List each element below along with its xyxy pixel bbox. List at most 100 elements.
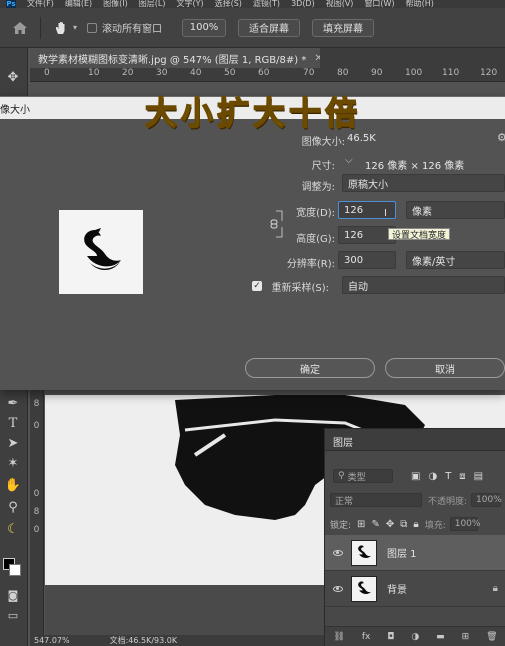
ruler-tick-label: 110 xyxy=(442,68,460,78)
pen-tool-icon[interactable]: ✒ xyxy=(4,394,22,412)
menu-3d[interactable]: 3D(D) xyxy=(291,0,315,8)
search-icon: ⚲ xyxy=(338,471,345,481)
menu-file[interactable]: 文件(F) xyxy=(27,0,54,8)
screen-mode-icon[interactable]: ▭ xyxy=(4,606,22,624)
smart-object-filter-icon[interactable]: ▤ xyxy=(474,471,483,482)
resolution-unit-select[interactable]: 像素/英寸 xyxy=(406,251,505,269)
fit-to-select[interactable]: 原稿大小 xyxy=(342,174,505,192)
lock-icon[interactable]: 🔒︎ xyxy=(493,583,498,594)
move-lock-icon[interactable]: ✥ xyxy=(386,519,394,530)
fill-screen-button[interactable]: 填充屏幕 xyxy=(312,18,375,37)
image-filter-icon[interactable]: ▣ xyxy=(411,471,420,482)
fit-to-value: 原稿大小 xyxy=(348,179,388,191)
custom-shape-tool-icon[interactable]: ✶ xyxy=(4,454,22,472)
swan-icon xyxy=(84,228,121,271)
scroll-all-windows-checkbox[interactable] xyxy=(87,22,98,33)
zoom-tool-icon[interactable]: ⚲ xyxy=(4,498,22,516)
chevron-down-icon[interactable]: ▾ xyxy=(73,23,77,32)
shape-filter-icon[interactable]: ⧈ xyxy=(459,471,465,482)
adjustment-filter-icon[interactable]: ◑ xyxy=(428,471,437,482)
lock-row: 锁定: ⊞ ✎ ✥ ⧉ 🔒︎ 填充: 100% xyxy=(325,517,505,531)
opacity-input[interactable]: 100% xyxy=(471,493,502,507)
brush-lock-icon[interactable]: ✎ xyxy=(371,519,379,530)
dialog-title: 像大小 xyxy=(0,104,30,116)
background-color-swatch[interactable] xyxy=(9,564,21,576)
link-layers-icon[interactable]: ⛓ xyxy=(333,632,344,642)
width-unit: 像素 xyxy=(412,206,432,218)
move-tool-icon[interactable]: ✥ xyxy=(4,68,22,86)
document-tab[interactable]: 教学素材模糊图标变清晰.jpg @ 547% (图层 1, RGB/8#) * … xyxy=(30,48,320,68)
resolution-label: 分辨率(R): xyxy=(286,259,335,270)
dimensions-value: 126 像素 × 126 像素 xyxy=(365,161,465,172)
artboard-lock-icon[interactable]: ⧉ xyxy=(400,519,407,530)
zoom-readout[interactable]: 547.07% xyxy=(34,636,70,645)
fit-screen-button[interactable]: 适合屏幕 xyxy=(238,18,301,37)
close-icon[interactable]: ✕ xyxy=(314,53,320,64)
ruler-tick-label: 80 xyxy=(337,68,349,78)
layer-kind-placeholder: 类型 xyxy=(347,472,366,483)
menu-help[interactable]: 帮助(H) xyxy=(406,0,434,8)
new-layer-icon[interactable]: ⊞ xyxy=(462,632,470,642)
blend-mode-select[interactable]: 正常 xyxy=(330,493,422,507)
type-tool-icon[interactable]: T xyxy=(4,414,22,432)
lock-label: 锁定: xyxy=(330,520,352,531)
swan-icon xyxy=(358,580,371,594)
gear-icon[interactable]: ⚙ xyxy=(497,131,505,144)
menu-image[interactable]: 图像(I) xyxy=(103,0,128,8)
menu-type[interactable]: 文字(Y) xyxy=(176,0,203,8)
resample-label: 重新采样(S): xyxy=(271,283,329,294)
layer-row[interactable]: 图层 1 xyxy=(325,535,505,571)
image-size-value: 46.5K xyxy=(347,133,376,144)
eye-icon[interactable] xyxy=(333,549,343,556)
doc-size-readout[interactable]: 文档:46.5K/93.0K xyxy=(110,635,178,646)
link-constrain-icon[interactable] xyxy=(266,209,286,239)
adjustment-layer-icon[interactable]: ◑ xyxy=(411,632,419,642)
cancel-button[interactable]: 取消 xyxy=(385,358,505,378)
layer-kind-filter[interactable]: ⚲ 类型 xyxy=(333,469,393,483)
layers-footer: ⛓ fx ◘ ◑ ▬ ⊞ 🗑︎ xyxy=(325,626,505,646)
layers-tab[interactable]: 图层 xyxy=(325,429,505,451)
chevron-down-icon[interactable]: ⌵ xyxy=(345,155,353,166)
ruler-tick-label: 60 xyxy=(258,68,270,78)
lock-pixels-icon[interactable]: ⊞ xyxy=(357,519,365,530)
quick-mask-icon[interactable]: ◙ xyxy=(4,586,22,604)
width-unit-select[interactable]: 像素 xyxy=(406,201,505,219)
menu-filter[interactable]: 滤镜(T) xyxy=(253,0,280,8)
resample-select[interactable]: 自动 xyxy=(342,276,505,294)
type-filter-icon[interactable]: T xyxy=(445,471,451,482)
hand-tool-icon[interactable]: ✋ xyxy=(4,476,22,494)
fx-icon[interactable]: fx xyxy=(362,632,371,642)
mask-icon[interactable]: ◘ xyxy=(387,632,394,642)
hand-tool-icon[interactable] xyxy=(53,20,69,36)
menu-edit[interactable]: 编辑(E) xyxy=(65,0,92,8)
eye-icon[interactable] xyxy=(333,585,343,592)
resample-value: 自动 xyxy=(348,281,368,293)
layer-thumbnail xyxy=(351,575,377,602)
layers-panel: 图层 ⚲ 类型 ▣ ◑ T ⧈ ▤ 正常 不透明度: 100% 锁定: ⊞ ✎ … xyxy=(324,428,505,646)
width-input[interactable]: 126 xyxy=(338,201,396,219)
layer-row[interactable]: 背景 🔒︎ xyxy=(325,571,505,607)
opacity-value: 100% xyxy=(476,495,502,505)
fill-input[interactable]: 100% xyxy=(449,517,481,531)
lock-icon[interactable]: 🔒︎ xyxy=(413,519,418,530)
menu-layer[interactable]: 图层(L) xyxy=(139,0,166,8)
ruler-tick-label: 8 xyxy=(33,399,40,409)
resolution-unit: 像素/英寸 xyxy=(412,256,456,268)
ruler-tick-label: 8 xyxy=(33,507,40,517)
layer-thumbnail xyxy=(351,539,377,566)
zoom-100-button[interactable]: 100% xyxy=(182,18,227,37)
home-icon[interactable] xyxy=(12,21,28,35)
banana-icon: ☾ xyxy=(7,521,19,537)
fill-value: 100% xyxy=(454,519,481,529)
path-selection-tool-icon[interactable]: ➤ xyxy=(4,434,22,452)
menu-select[interactable]: 选择(S) xyxy=(215,0,242,8)
image-preview[interactable] xyxy=(59,210,143,294)
menu-view[interactable]: 视图(V) xyxy=(326,0,354,8)
folder-icon[interactable]: ▬ xyxy=(436,632,445,642)
resolution-input[interactable]: 300 xyxy=(338,251,396,269)
trash-icon[interactable]: 🗑︎ xyxy=(486,632,497,642)
menu-window[interactable]: 窗口(W) xyxy=(364,0,394,8)
text-cursor-icon: I xyxy=(384,208,387,219)
resample-checkbox[interactable]: ✓ xyxy=(252,281,262,291)
ok-button[interactable]: 确定 xyxy=(245,358,375,378)
